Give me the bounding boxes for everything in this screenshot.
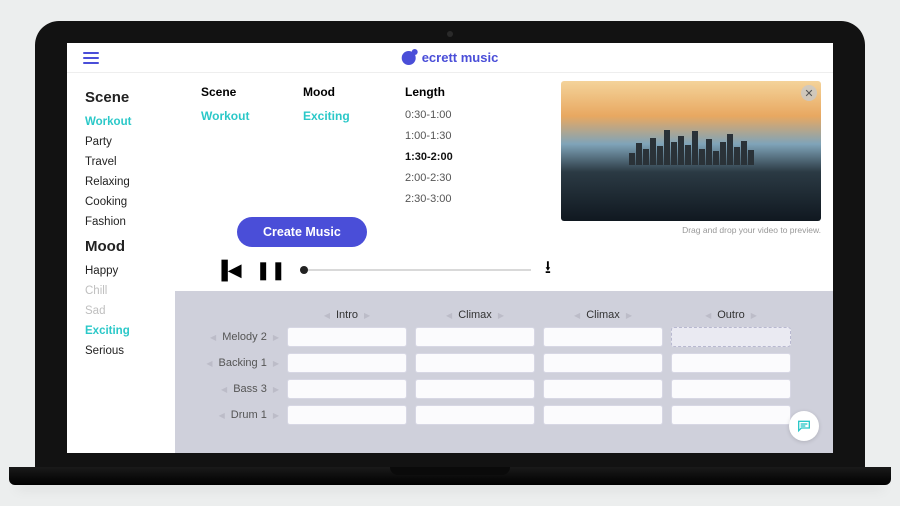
- grid-cell[interactable]: [287, 327, 407, 347]
- chat-icon: [796, 418, 812, 434]
- sidebar-scene-travel[interactable]: Travel: [85, 152, 175, 172]
- grid-cell[interactable]: [415, 379, 535, 399]
- selected-scene[interactable]: Workout: [201, 105, 263, 123]
- length-option[interactable]: 2:30-3:00: [405, 189, 467, 210]
- sidebar-mood-heading: Mood: [85, 238, 175, 255]
- sidebar-mood-serious[interactable]: Serious: [85, 341, 175, 361]
- arrangement-grid: ◀Intro▶ ◀Climax▶ ◀Climax▶ ◀Outro▶ ◀Melod…: [175, 291, 833, 453]
- chevron-left-icon: ◀: [705, 311, 711, 320]
- length-options: 0:30-1:00 1:00-1:30 1:30-2:00 2:00-2:30 …: [405, 105, 467, 209]
- sidebar-scene-workout[interactable]: Workout: [85, 112, 175, 132]
- chevron-right-icon: ▶: [273, 411, 279, 420]
- grid-cell[interactable]: [415, 405, 535, 425]
- grid-cell[interactable]: [543, 379, 663, 399]
- chevron-right-icon: ▶: [498, 311, 504, 320]
- grid-cell-empty[interactable]: [671, 327, 791, 347]
- grid-cell[interactable]: [415, 327, 535, 347]
- grid-cell[interactable]: [287, 353, 407, 373]
- column-header[interactable]: ◀Climax▶: [415, 309, 535, 321]
- video-preview-panel: ✕ Drag and drop your video to preview.: [561, 81, 821, 285]
- screen-bezel: ecrett music Scene Workout Party Travel …: [35, 21, 865, 467]
- top-bar: ecrett music: [67, 43, 833, 73]
- sidebar: Scene Workout Party Travel Relaxing Cook…: [67, 73, 175, 453]
- heading-scene: Scene: [201, 85, 263, 99]
- main-panel: Scene Mood Length Workout Exciting 0:30-…: [175, 73, 833, 453]
- progress-bar[interactable]: [300, 269, 531, 271]
- sidebar-scene-relaxing[interactable]: Relaxing: [85, 172, 175, 192]
- sidebar-scene-party[interactable]: Party: [85, 132, 175, 152]
- row-label[interactable]: ◀Drum 1▶: [193, 409, 279, 421]
- prev-track-icon[interactable]: ▐◀: [215, 260, 242, 281]
- chevron-right-icon: ▶: [273, 333, 279, 342]
- length-option[interactable]: 0:30-1:00: [405, 105, 467, 126]
- selected-mood[interactable]: Exciting: [303, 105, 365, 123]
- grid-cell[interactable]: [671, 353, 791, 373]
- create-music-button[interactable]: Create Music: [237, 217, 367, 247]
- chevron-left-icon: ◀: [324, 311, 330, 320]
- length-option[interactable]: 1:00-1:30: [405, 126, 467, 147]
- row-label[interactable]: ◀Backing 1▶: [193, 357, 279, 369]
- brand: ecrett music: [402, 50, 499, 65]
- grid-cell[interactable]: [543, 327, 663, 347]
- video-hint: Drag and drop your video to preview.: [561, 221, 821, 235]
- grid-cell[interactable]: [287, 405, 407, 425]
- laptop-frame: ecrett music Scene Workout Party Travel …: [35, 21, 865, 485]
- content-area: Scene Workout Party Travel Relaxing Cook…: [67, 73, 833, 453]
- laptop-base: [9, 467, 891, 485]
- skyline-art: [561, 126, 821, 165]
- row-label[interactable]: ◀Melody 2▶: [193, 331, 279, 343]
- row-label[interactable]: ◀Bass 3▶: [193, 383, 279, 395]
- chevron-left-icon: ◀: [219, 411, 225, 420]
- sidebar-scene-fashion[interactable]: Fashion: [85, 212, 175, 232]
- grid-cell[interactable]: [543, 353, 663, 373]
- chevron-right-icon: ▶: [364, 311, 370, 320]
- heading-mood: Mood: [303, 85, 365, 99]
- chevron-right-icon: ▶: [273, 359, 279, 368]
- heading-length: Length: [405, 85, 467, 99]
- grid-cell[interactable]: [415, 353, 535, 373]
- menu-icon[interactable]: [83, 52, 99, 64]
- length-option-selected[interactable]: 1:30-2:00: [405, 147, 467, 168]
- grid-cell[interactable]: [543, 405, 663, 425]
- sidebar-mood-chill[interactable]: Chill: [85, 281, 175, 301]
- column-header[interactable]: ◀Outro▶: [671, 309, 791, 321]
- chevron-right-icon: ▶: [273, 385, 279, 394]
- upper-panel: Scene Mood Length Workout Exciting 0:30-…: [175, 73, 833, 291]
- sidebar-mood-sad[interactable]: Sad: [85, 301, 175, 321]
- sidebar-mood-happy[interactable]: Happy: [85, 261, 175, 281]
- grid-cell[interactable]: [671, 405, 791, 425]
- chevron-left-icon: ◀: [221, 385, 227, 394]
- chevron-left-icon: ◀: [574, 311, 580, 320]
- chat-button[interactable]: [789, 411, 819, 441]
- column-header[interactable]: ◀Climax▶: [543, 309, 663, 321]
- download-icon[interactable]: ⭳: [545, 255, 551, 285]
- chevron-left-icon: ◀: [446, 311, 452, 320]
- chevron-right-icon: ▶: [626, 311, 632, 320]
- grid-cell[interactable]: [287, 379, 407, 399]
- chevron-right-icon: ▶: [751, 311, 757, 320]
- column-header[interactable]: ◀Intro▶: [287, 309, 407, 321]
- brand-logo-icon: [402, 51, 416, 65]
- chevron-left-icon: ◀: [210, 333, 216, 342]
- video-preview[interactable]: ✕: [561, 81, 821, 221]
- selectors: Scene Mood Length Workout Exciting 0:30-…: [183, 81, 551, 285]
- sidebar-mood-exciting[interactable]: Exciting: [85, 321, 175, 341]
- sidebar-scene-heading: Scene: [85, 89, 175, 106]
- app-screen: ecrett music Scene Workout Party Travel …: [67, 43, 833, 453]
- close-icon[interactable]: ✕: [801, 85, 817, 101]
- chevron-left-icon: ◀: [206, 359, 212, 368]
- camera-dot: [447, 31, 453, 37]
- grid-cell[interactable]: [671, 379, 791, 399]
- pause-icon[interactable]: ❚❚: [256, 260, 286, 281]
- player-controls: ▐◀ ❚❚ ⭳: [183, 255, 551, 285]
- sidebar-scene-cooking[interactable]: Cooking: [85, 192, 175, 212]
- length-option[interactable]: 2:00-2:30: [405, 168, 467, 189]
- brand-name: ecrett music: [422, 50, 499, 65]
